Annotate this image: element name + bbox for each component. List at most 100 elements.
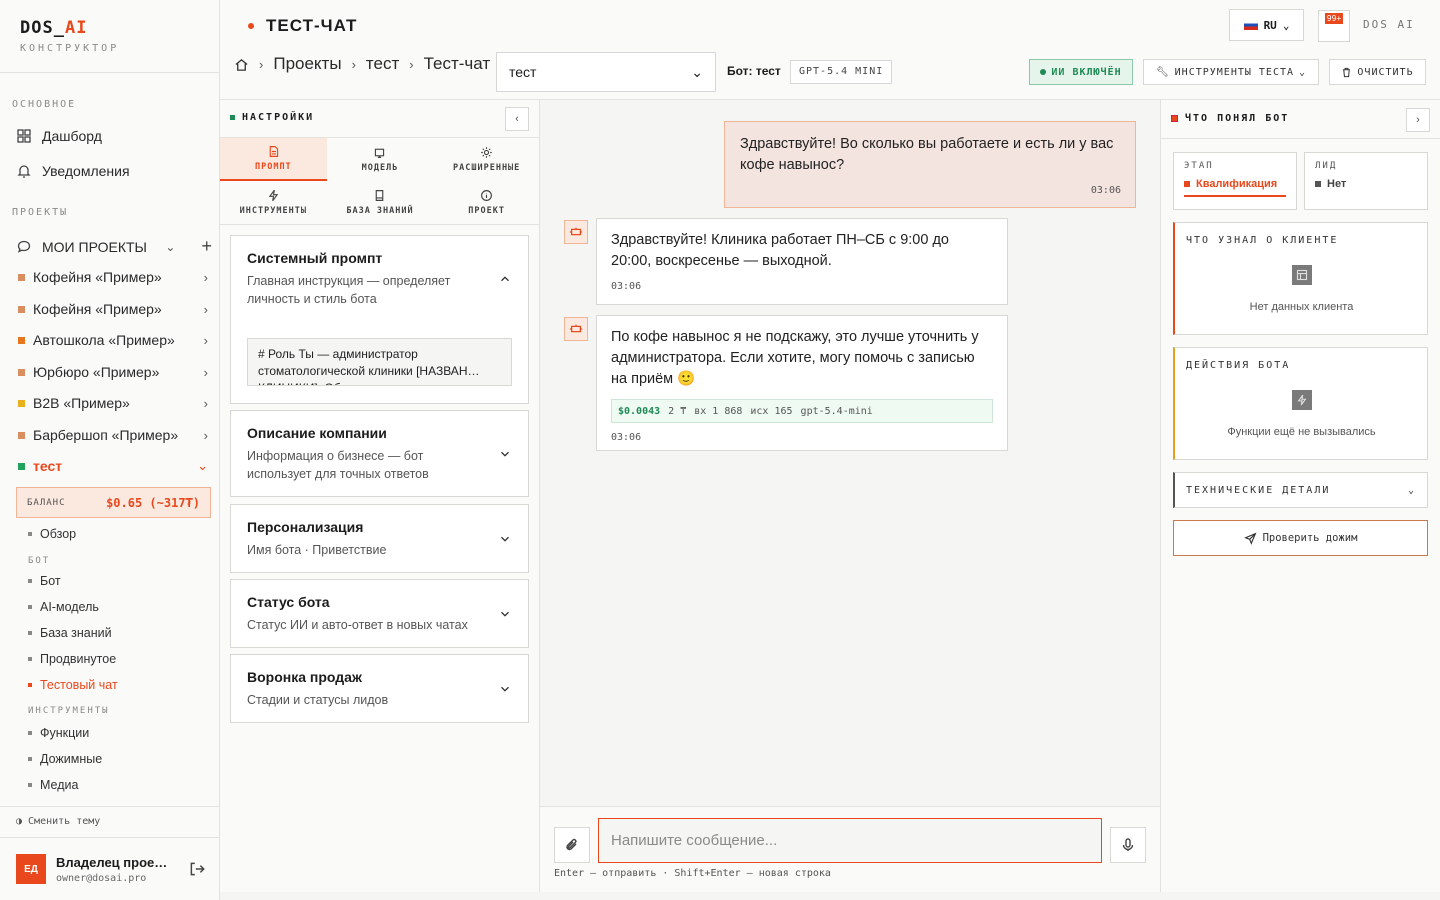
- card-bot-status[interactable]: Статус бота Статус ИИ и авто-ответ в нов…: [230, 579, 529, 648]
- check-followup-button[interactable]: Проверить дожим: [1173, 520, 1428, 556]
- sidebar-project-item[interactable]: Кофейня «Пример» ›: [18, 301, 208, 317]
- add-project-icon[interactable]: +: [201, 236, 212, 257]
- card-title: Персонализация: [247, 519, 364, 535]
- chevron-down-icon: ⌄: [1299, 66, 1307, 78]
- sidebar-sub-item-label: Бот: [40, 574, 61, 588]
- language-select[interactable]: RU ⌄: [1229, 9, 1304, 41]
- rpanel-header: ЧТО ПОНЯЛ БОТ: [1171, 113, 1289, 124]
- page-title: ТЕСТ-ЧАТ: [248, 16, 357, 36]
- microphone-icon: [1122, 838, 1134, 851]
- bot-icon: [564, 317, 588, 341]
- card-desc: Стадии и статусы лидов: [247, 693, 389, 707]
- project-color-dot: [18, 431, 25, 439]
- client-info-empty: Нет данных клиента: [1249, 301, 1354, 313]
- chevron-right-icon: ›: [203, 301, 208, 317]
- nav-dashboard[interactable]: Дашборд: [16, 128, 102, 144]
- chevron-right-icon: ›: [203, 332, 208, 348]
- sidebar-sub-item[interactable]: База знаний: [28, 626, 112, 640]
- bot-message: Здравствуйте! Клиника работает ПН–СБ с 9…: [596, 218, 1008, 305]
- sidebar-sub-item[interactable]: Бот: [28, 574, 61, 588]
- card-personalization[interactable]: Персонализация Имя бота · Приветствие: [230, 504, 529, 573]
- sidebar-project-item[interactable]: Кофейня «Пример» ›: [18, 269, 208, 285]
- sidebar-project-item[interactable]: тест ⌄: [18, 458, 208, 474]
- sidebar-sub-item[interactable]: Дожимные: [28, 752, 102, 766]
- message-time: 03:06: [611, 432, 642, 443]
- project-color-dot: [18, 368, 25, 376]
- sidebar-project-item[interactable]: Барбершоп «Пример» ›: [18, 427, 208, 443]
- logo-main: DOS: [20, 18, 54, 38]
- system-prompt-preview[interactable]: # Роль Ты — администратор стоматологичес…: [247, 338, 512, 386]
- card-company[interactable]: Описание компании Информация о бизнесе —…: [230, 410, 529, 497]
- tab-project[interactable]: ПРОЕКТ: [433, 181, 540, 224]
- cost-out: исх 165: [750, 405, 793, 417]
- bot-actions-empty: Функции ещё не вызывались: [1227, 426, 1376, 438]
- card-system-prompt[interactable]: Системный промпт Главная инструкция — оп…: [230, 235, 529, 404]
- topbar: ТЕСТ-ЧАТ RU ⌄ 99+ DOS AI: [220, 0, 1440, 52]
- book-icon: [376, 190, 384, 201]
- card-desc: Статус ИИ и авто-ответ в новых чатах: [247, 618, 468, 632]
- stage-card: ЭТАП Квалификация: [1173, 152, 1297, 210]
- tab-tools[interactable]: ИНСТРУМЕНТЫ: [220, 181, 327, 224]
- sidebar-sub-item-label: Продвинутое: [40, 652, 117, 666]
- chevron-down-icon[interactable]: [498, 532, 512, 546]
- sub-overview[interactable]: Обзор: [28, 527, 76, 541]
- test-tools-button[interactable]: 🔧︎ ИНСТРУМЕНТЫ ТЕСТА ⌄: [1143, 59, 1319, 85]
- tab-knowledge[interactable]: БАЗА ЗНАНИЙ: [327, 181, 434, 224]
- notifications-button[interactable]: 99+: [1318, 10, 1350, 42]
- breadcrumb-project[interactable]: тест: [366, 54, 399, 74]
- sidebar-project-label: B2B «Пример»: [33, 395, 130, 411]
- tab-project-label: ПРОЕКТ: [468, 206, 506, 216]
- my-projects-toggle[interactable]: МОИ ПРОЕКТЫ ⌄ +: [16, 236, 212, 257]
- breadcrumb-projects[interactable]: Проекты: [273, 54, 341, 74]
- logout-icon[interactable]: [188, 860, 206, 878]
- sidebar-sub-item[interactable]: Функции: [28, 726, 89, 740]
- card-desc: Имя бота · Приветствие: [247, 543, 387, 557]
- message-input[interactable]: [598, 818, 1102, 863]
- sub-section-bot: БОТ: [28, 556, 51, 566]
- sidebar-project-item[interactable]: Юрбюро «Пример» ›: [18, 364, 208, 380]
- chevron-down-icon: ⌄: [197, 458, 208, 473]
- tab-tools-label: ИНСТРУМЕНТЫ: [239, 206, 307, 216]
- nav-notifications[interactable]: Уведомления: [16, 163, 130, 179]
- sidebar-sub-item-label: Дожимные: [40, 752, 103, 766]
- bot-message: По кофе навынос я не подскажу, это лучше…: [596, 315, 1008, 451]
- sidebar-sub-item[interactable]: AI-модель: [28, 600, 99, 614]
- lead-value-text: Нет: [1327, 178, 1347, 190]
- sidebar-project-item[interactable]: Автошкола «Пример» ›: [18, 332, 208, 348]
- home-icon[interactable]: [234, 57, 249, 72]
- attach-button[interactable]: [554, 827, 590, 863]
- sidebar-sub-item[interactable]: Медиа: [28, 778, 78, 792]
- chevron-down-icon[interactable]: [498, 682, 512, 696]
- sidebar-sub-item[interactable]: Тестовый чат: [28, 678, 118, 692]
- chevron-up-icon[interactable]: [498, 272, 512, 286]
- ai-status-toggle[interactable]: ИИ ВКЛЮЧЁН: [1029, 59, 1133, 85]
- logo[interactable]: DOS_AI КОНСТРУКТОР: [20, 18, 119, 54]
- tab-prompt[interactable]: ПРОМПТ: [220, 138, 327, 181]
- user-name: Владелец прое…: [56, 854, 168, 870]
- nav-dashboard-label: Дашборд: [42, 128, 102, 144]
- sub-section-tools: ИНСТРУМЕНТЫ: [28, 706, 110, 716]
- sidebar-project-item[interactable]: B2B «Пример» ›: [18, 395, 208, 411]
- collapse-settings-button[interactable]: ‹: [505, 107, 529, 131]
- chevron-down-icon[interactable]: [498, 447, 512, 461]
- section-title-main: ОСНОВНОЕ: [12, 99, 77, 110]
- bot-label: Бот: тест: [727, 64, 781, 78]
- message-text: Здравствуйте! Клиника работает ПН–СБ с 9…: [611, 232, 949, 269]
- clear-button[interactable]: ОЧИСТИТЬ: [1329, 59, 1426, 85]
- project-select[interactable]: тест ⌄: [496, 52, 716, 92]
- collapse-rpanel-button[interactable]: ›: [1406, 108, 1430, 132]
- user-profile[interactable]: ЕД Владелец прое… owner@dosai.pro: [16, 854, 206, 884]
- tab-model[interactable]: МОДЕЛЬ: [327, 138, 434, 181]
- card-funnel[interactable]: Воронка продаж Стадии и статусы лидов: [230, 654, 529, 723]
- chevron-down-icon[interactable]: [498, 607, 512, 621]
- settings-header: НАСТРОЙКИ: [230, 112, 314, 123]
- stage-value: Квалификация: [1184, 178, 1286, 197]
- tab-advanced[interactable]: РАСШИРЕННЫЕ: [433, 138, 540, 181]
- tech-details-toggle[interactable]: ТЕХНИЧЕСКИЕ ДЕТАЛИ ⌄: [1173, 472, 1428, 508]
- sidebar-sub-item[interactable]: Продвинутое: [28, 652, 116, 666]
- project-color-dot: [18, 336, 25, 344]
- mic-button[interactable]: [1110, 827, 1146, 863]
- theme-toggle[interactable]: ◑ Сменить тему: [0, 806, 219, 838]
- client-info-title: ЧТО УЗНАЛ О КЛИЕНТЕ: [1186, 235, 1339, 246]
- divider: [0, 72, 219, 73]
